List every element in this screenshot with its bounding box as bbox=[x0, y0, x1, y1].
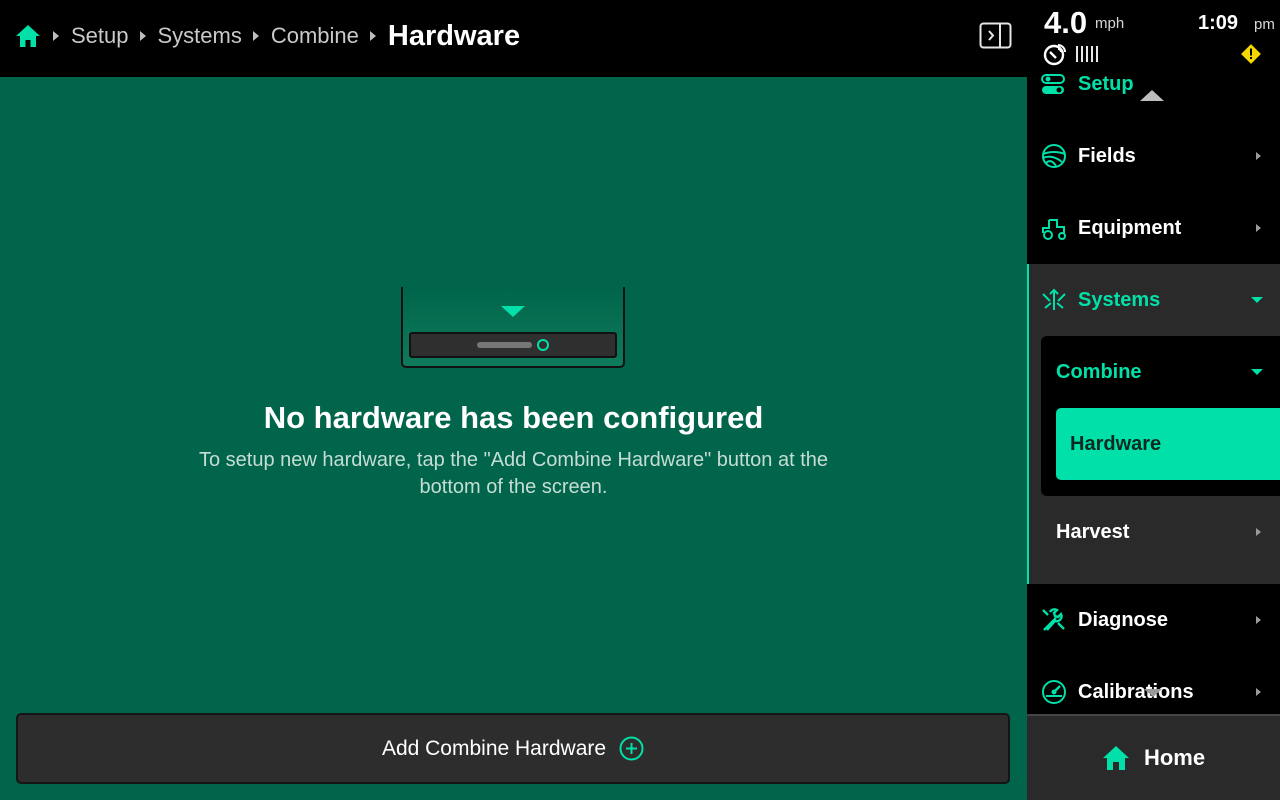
breadcrumb: Setup Systems Combine Hardware bbox=[14, 18, 520, 54]
sidebar-item-diagnose[interactable]: Diagnose bbox=[1027, 584, 1280, 656]
chevron-right-icon bbox=[1256, 688, 1261, 696]
chevron-right-icon bbox=[1256, 616, 1261, 624]
panel-toggle-icon[interactable] bbox=[979, 22, 1012, 49]
add-circle-icon bbox=[619, 736, 644, 761]
sidebar-nav: Setup Fields Equipment Systems Combine H… bbox=[1027, 70, 1280, 714]
sidebar-item-calibrations[interactable]: Calibrations bbox=[1027, 656, 1280, 714]
home-icon bbox=[1102, 746, 1129, 770]
sidebar-item-equipment[interactable]: Equipment bbox=[1027, 192, 1280, 264]
clock-time: 1:09 bbox=[1198, 12, 1239, 34]
speed-value: 4.0 bbox=[1044, 5, 1088, 40]
breadcrumb-separator bbox=[252, 31, 259, 41]
sidebar-item-label: Combine bbox=[1056, 360, 1142, 383]
hardware-empty-illustration bbox=[401, 287, 625, 368]
sidebar-item-label: Systems bbox=[1078, 288, 1161, 311]
sidebar-item-label: Harvest bbox=[1056, 520, 1130, 543]
sidebar-item-label: Equipment bbox=[1078, 216, 1182, 239]
page-title: Hardware bbox=[387, 19, 521, 52]
status-bar: 4.0 mph 1:09 pm bbox=[1027, 0, 1280, 70]
chevron-down-icon bbox=[1251, 369, 1263, 375]
home-icon[interactable] bbox=[14, 22, 42, 50]
breadcrumb-systems[interactable]: Systems bbox=[158, 23, 242, 49]
clock-suffix: pm bbox=[1254, 16, 1275, 33]
signal-strength-icon bbox=[1076, 46, 1098, 62]
add-button-label: Add Combine Hardware bbox=[381, 736, 607, 760]
add-combine-hardware-button[interactable]: Add Combine Hardware bbox=[16, 713, 1010, 784]
chevron-right-icon bbox=[1256, 152, 1261, 160]
sidebar-item-label: Setup bbox=[1078, 72, 1134, 95]
sidebar-item-fields[interactable]: Fields bbox=[1027, 120, 1280, 192]
systems-icon bbox=[1042, 288, 1066, 310]
breadcrumb-separator bbox=[53, 31, 59, 41]
breadcrumb-separator bbox=[139, 31, 146, 41]
warning-icon[interactable] bbox=[1240, 43, 1262, 65]
sidebar-item-systems[interactable]: Systems bbox=[1027, 264, 1280, 336]
sidebar-item-label: Fields bbox=[1078, 144, 1136, 167]
gps-satellite-icon bbox=[1043, 44, 1066, 66]
scroll-up-icon[interactable] bbox=[1140, 90, 1164, 101]
home-button-label: Home bbox=[1143, 745, 1206, 770]
top-bar: Setup Systems Combine Hardware bbox=[0, 0, 1027, 77]
sidebar-item-label: Calibrations bbox=[1078, 680, 1194, 703]
breadcrumb-setup[interactable]: Setup bbox=[71, 23, 129, 49]
home-button[interactable]: Home bbox=[1027, 714, 1280, 800]
sidebar-item-hardware[interactable]: Hardware bbox=[1056, 408, 1280, 480]
sidebar-item-harvest[interactable]: Harvest bbox=[1027, 496, 1280, 568]
breadcrumb-separator bbox=[369, 31, 376, 41]
field-icon bbox=[1042, 144, 1066, 168]
scroll-down-icon[interactable] bbox=[1144, 689, 1162, 697]
empty-state-title: No hardware has been configured bbox=[263, 400, 764, 435]
chevron-right-icon bbox=[1256, 528, 1261, 536]
sidebar-item-label: Diagnose bbox=[1078, 608, 1169, 631]
breadcrumb-combine[interactable]: Combine bbox=[271, 23, 359, 49]
sidebar-item-combine[interactable]: Combine bbox=[1042, 336, 1280, 408]
chevron-right-icon bbox=[1256, 224, 1261, 232]
empty-state-message: To setup new hardware, tap the "Add Comb… bbox=[198, 449, 828, 498]
wrench-screwdriver-icon bbox=[1042, 608, 1065, 631]
main-content: No hardware has been configured To setup… bbox=[0, 77, 1027, 800]
toggle-settings-icon bbox=[1041, 74, 1065, 94]
sidebar-item-label: Hardware bbox=[1070, 432, 1162, 455]
speed-unit: mph bbox=[1095, 15, 1125, 32]
tractor-icon bbox=[1042, 219, 1066, 240]
chevron-down-icon bbox=[1251, 297, 1263, 303]
gauge-icon bbox=[1042, 680, 1066, 704]
